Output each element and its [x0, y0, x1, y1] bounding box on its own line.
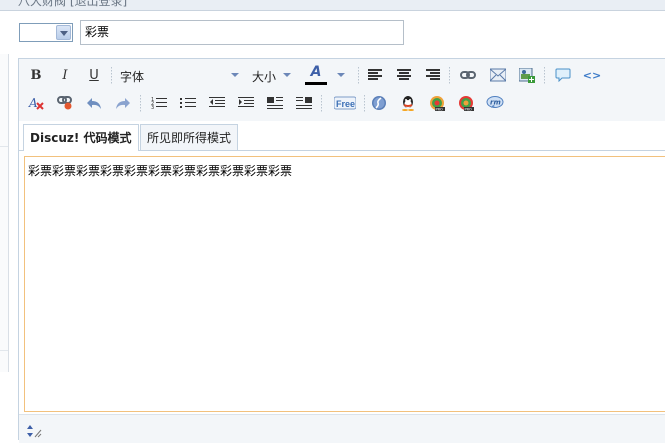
- svg-text:Free: Free: [336, 99, 355, 109]
- audio-icon: PRO: [430, 96, 445, 111]
- audio-button[interactable]: PRO: [428, 94, 446, 112]
- thread-type-select[interactable]: [19, 23, 73, 42]
- float-right-icon: [296, 97, 312, 109]
- tab-wysiwyg-mode[interactable]: 所见即所得模式: [140, 124, 239, 150]
- post-editor: B I U 字体 大小 A <> A 1 2 3 Free PRO PRO rm…: [18, 58, 665, 443]
- video-icon: PRO: [459, 96, 474, 111]
- unordered-list-button[interactable]: [179, 94, 197, 112]
- image-button[interactable]: [518, 66, 536, 84]
- font-size-label: 大小: [252, 70, 277, 84]
- subject-input[interactable]: 彩票: [80, 20, 404, 45]
- align-left-icon: [368, 69, 382, 80]
- svg-text:PRO: PRO: [465, 107, 473, 111]
- font-color-icon: A: [310, 64, 322, 80]
- toolbar-separator: [111, 67, 112, 84]
- undo-button[interactable]: [85, 94, 103, 112]
- toolbar-separator: [321, 95, 322, 112]
- code-icon: <>: [582, 68, 602, 82]
- italic-button[interactable]: I: [56, 66, 74, 84]
- resize-editor-button[interactable]: [25, 422, 43, 440]
- free-icon: Free: [334, 96, 356, 110]
- video-button[interactable]: PRO: [457, 94, 475, 112]
- chevron-down-icon: [231, 73, 239, 77]
- toolbar-separator: [140, 95, 141, 112]
- toolbar-separator: [544, 67, 545, 84]
- email-button[interactable]: [489, 66, 507, 84]
- editor-toolbar: B I U 字体 大小 A <> A 1 2 3 Free PRO PRO rm: [19, 59, 665, 121]
- toolbar-separator: [364, 95, 365, 112]
- svg-text:PRO: PRO: [436, 107, 444, 111]
- outdent-button[interactable]: [208, 94, 226, 112]
- quote-icon: [555, 68, 571, 82]
- indent-icon: [238, 97, 254, 107]
- flash-icon: [372, 96, 386, 110]
- underline-button[interactable]: U: [85, 66, 103, 84]
- email-icon: [490, 68, 506, 82]
- toolbar-separator: [358, 67, 359, 84]
- chevron-down-icon: [337, 73, 345, 77]
- user-links[interactable]: 八大财阀 [退出登录]: [18, 0, 127, 9]
- align-center-icon: [397, 69, 411, 80]
- code-button[interactable]: <>: [583, 66, 601, 84]
- font-color-bar: [305, 82, 327, 85]
- svg-text:3: 3: [151, 105, 154, 110]
- left-frame-edge: [0, 54, 9, 372]
- unlink-button[interactable]: [56, 94, 74, 112]
- editor-textarea[interactable]: 彩票彩票彩票彩票彩票彩票彩票彩票彩票彩票彩票: [24, 156, 665, 412]
- free-tag-button[interactable]: Free: [333, 94, 357, 112]
- qq-button[interactable]: [399, 94, 417, 112]
- align-center-button[interactable]: [395, 66, 413, 84]
- left-frame-divider: [0, 350, 8, 351]
- remove-format-button[interactable]: A: [27, 94, 45, 112]
- align-right-icon: [426, 69, 440, 80]
- toolbar-separator: [449, 67, 450, 84]
- float-right-button[interactable]: [295, 94, 313, 112]
- align-left-button[interactable]: [366, 66, 384, 84]
- redo-icon: [116, 98, 130, 109]
- font-family-label: 字体: [120, 70, 145, 84]
- undo-icon: [87, 98, 101, 109]
- flash-button[interactable]: [370, 94, 388, 112]
- editor-mode-tabs: Discuz! 代码模式 所见即所得模式: [19, 122, 665, 151]
- realmedia-icon: rm: [486, 96, 504, 108]
- svg-text:A: A: [28, 96, 38, 110]
- outdent-icon: [209, 97, 225, 107]
- float-left-button[interactable]: [266, 94, 284, 112]
- image-icon: [519, 67, 535, 83]
- top-header-strip: 八大财阀 [退出登录]: [0, 0, 665, 11]
- link-button[interactable]: [459, 66, 477, 84]
- unlink-icon: [57, 96, 72, 110]
- link-icon: [460, 71, 476, 79]
- align-right-button[interactable]: [424, 66, 442, 84]
- redo-button[interactable]: [114, 94, 132, 112]
- ordered-list-button[interactable]: 123: [150, 94, 168, 112]
- chevron-down-icon[interactable]: [56, 25, 71, 40]
- indent-button[interactable]: [237, 94, 255, 112]
- unordered-list-icon: [180, 98, 196, 108]
- float-left-icon: [267, 97, 283, 109]
- chevron-down-icon: [283, 73, 291, 77]
- bold-button[interactable]: B: [27, 66, 45, 84]
- resize-icon: [27, 425, 42, 438]
- remove-format-icon: A: [28, 96, 44, 110]
- editor-footer: [19, 414, 665, 443]
- subject-value: 彩票: [85, 25, 110, 39]
- tab-discuz-code-mode[interactable]: Discuz! 代码模式: [23, 124, 139, 151]
- qq-icon: [402, 96, 414, 111]
- quote-button[interactable]: [554, 66, 572, 84]
- ordered-list-icon: 123: [151, 97, 167, 110]
- left-frame-divider: [0, 146, 8, 147]
- realmedia-button[interactable]: rm: [486, 94, 504, 112]
- svg-text:rm: rm: [490, 99, 501, 107]
